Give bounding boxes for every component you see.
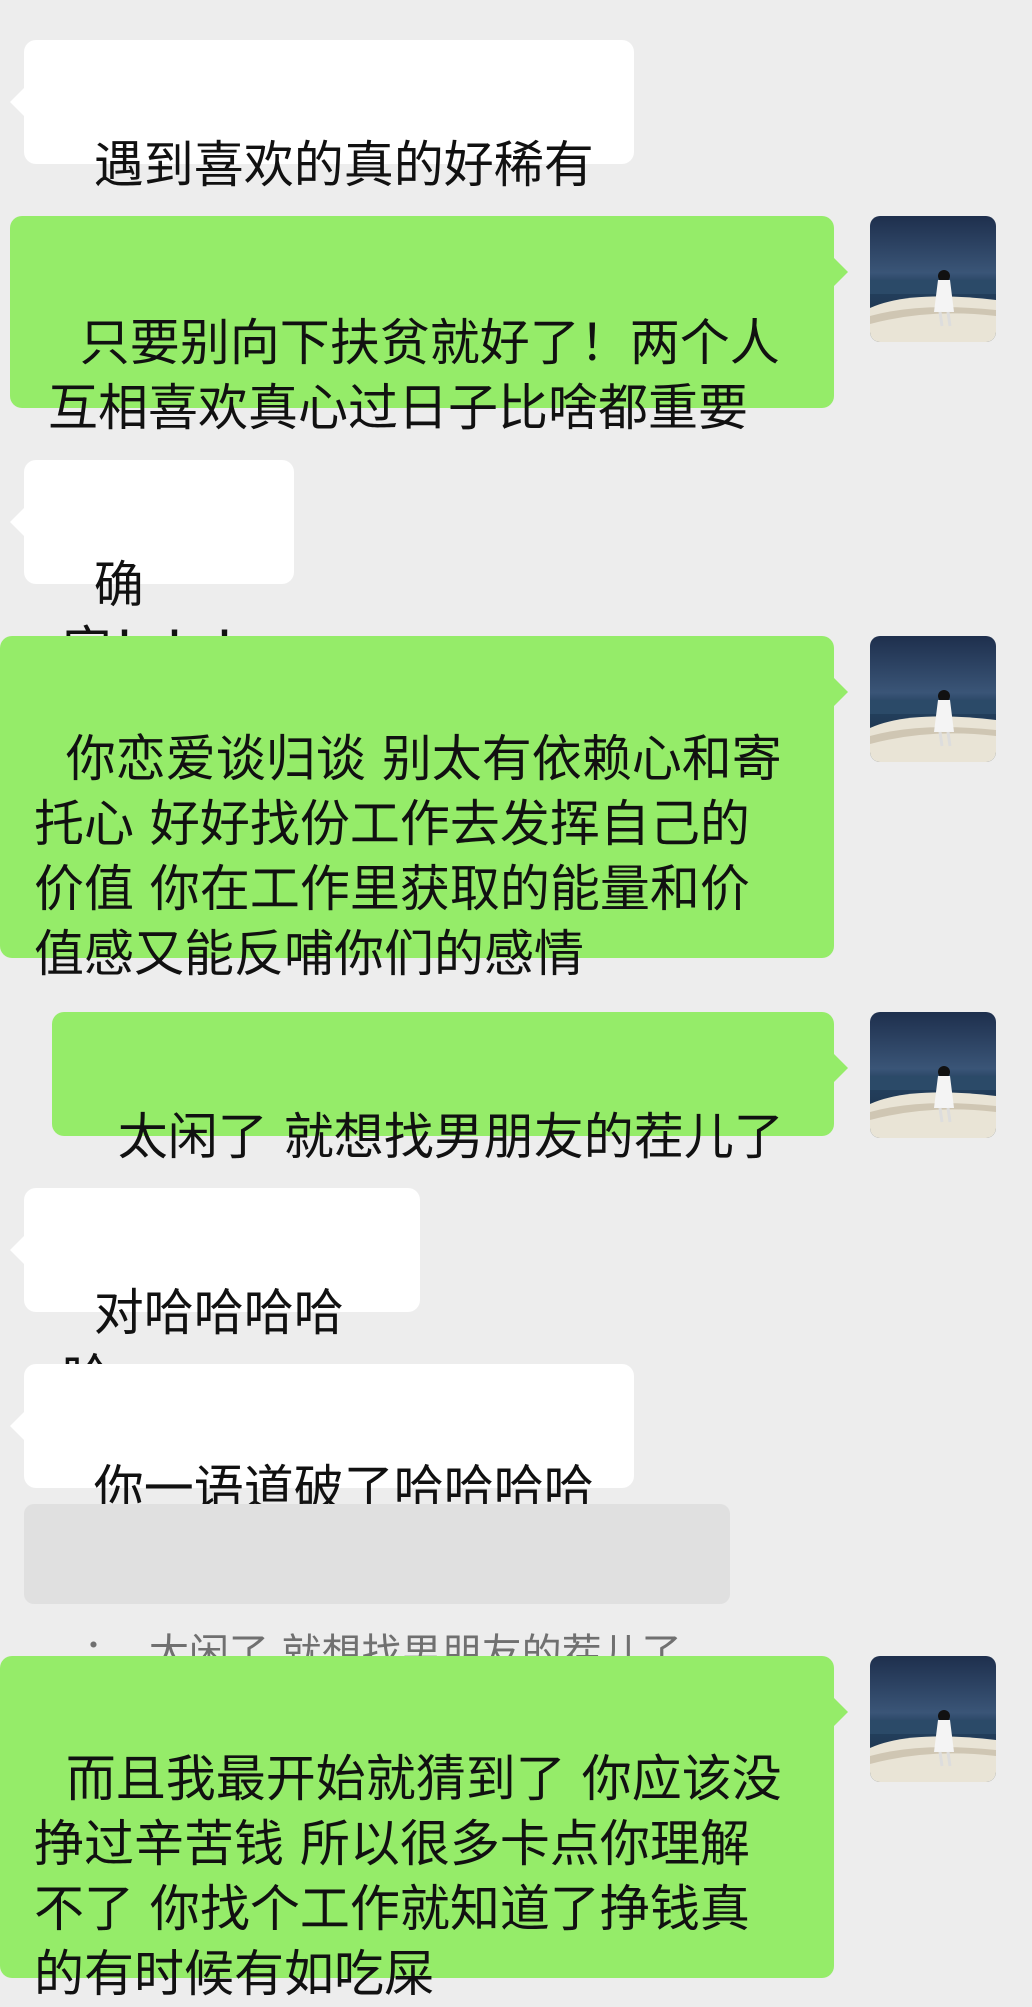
quoted-message[interactable]: ： 太闲了 就想找男朋友的茬儿了 <box>24 1504 730 1677</box>
user-avatar[interactable] <box>870 636 996 762</box>
message-bubble-outgoing[interactable]: 只要别向下扶贫就好了！两个人 互相喜欢真心过日子比啥都重要 <box>10 216 848 437</box>
user-avatar[interactable] <box>870 1656 996 1782</box>
user-avatar-photo-icon <box>870 216 996 342</box>
message-bubble-outgoing[interactable]: 你恋爱谈归谈 别太有依赖心和寄 托心 好好找份工作去发挥自己的 价值 你在工作里… <box>0 636 848 983</box>
message-text: 太闲了 就想找男朋友的茬儿了 <box>117 1108 784 1166</box>
message-bubble-outgoing[interactable]: 太闲了 就想找男朋友的茬儿了 <box>52 1012 848 1166</box>
message-bubble-outgoing[interactable]: 而且我最开始就猜到了 你应该没 挣过辛苦钱 所以很多卡点你理解 不了 你找个工作… <box>0 1656 848 2003</box>
message-bubble-incoming[interactable]: 对哈哈哈哈哈 <box>10 1188 420 1407</box>
user-avatar[interactable] <box>870 216 996 342</box>
message-bubble-incoming[interactable]: 确实！！！ <box>10 460 294 679</box>
user-avatar-photo-icon <box>870 636 996 762</box>
message-text: 只要别向下扶贫就好了！两个人 互相喜欢真心过日子比啥都重要 <box>48 314 780 437</box>
message-text: 而且我最开始就猜到了 你应该没 挣过辛苦钱 所以很多卡点你理解 不了 你找个工作… <box>34 1750 782 2003</box>
user-avatar-photo-icon <box>870 1012 996 1138</box>
message-bubble-incoming[interactable]: 遇到喜欢的真的好稀有 <box>10 40 634 194</box>
user-avatar-photo-icon <box>870 1656 996 1782</box>
message-text: 遇到喜欢的真的好稀有 <box>93 136 594 194</box>
message-bubble-incoming[interactable]: 你一语道破了哈哈哈哈 <box>10 1364 634 1518</box>
message-text: 你恋爱谈归谈 别太有依赖心和寄 托心 好好找份工作去发挥自己的 价值 你在工作里… <box>34 730 782 983</box>
user-avatar[interactable] <box>870 1012 996 1138</box>
